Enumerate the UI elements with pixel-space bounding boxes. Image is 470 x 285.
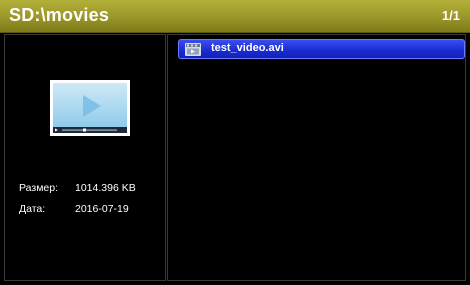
video-preview-icon	[50, 80, 130, 136]
size-value: 1014.396 KB	[75, 182, 136, 194]
date-value: 2016-07-19	[75, 203, 129, 215]
size-label: Размер:	[19, 182, 59, 194]
date-label: Дата:	[19, 203, 46, 215]
title-bar: SD:\movies 1/1	[0, 0, 470, 33]
current-path: SD:\movies	[9, 5, 110, 25]
file-list-pane: test_video.avi	[167, 34, 466, 281]
file-name: test_video.avi	[211, 42, 284, 54]
details-pane: Размер: 1014.396 KB Дата: 2016-07-19	[4, 34, 166, 281]
page-indicator: 1/1	[441, 8, 460, 23]
file-list-item-selected[interactable]: test_video.avi	[178, 39, 465, 59]
video-file-icon	[185, 43, 201, 56]
